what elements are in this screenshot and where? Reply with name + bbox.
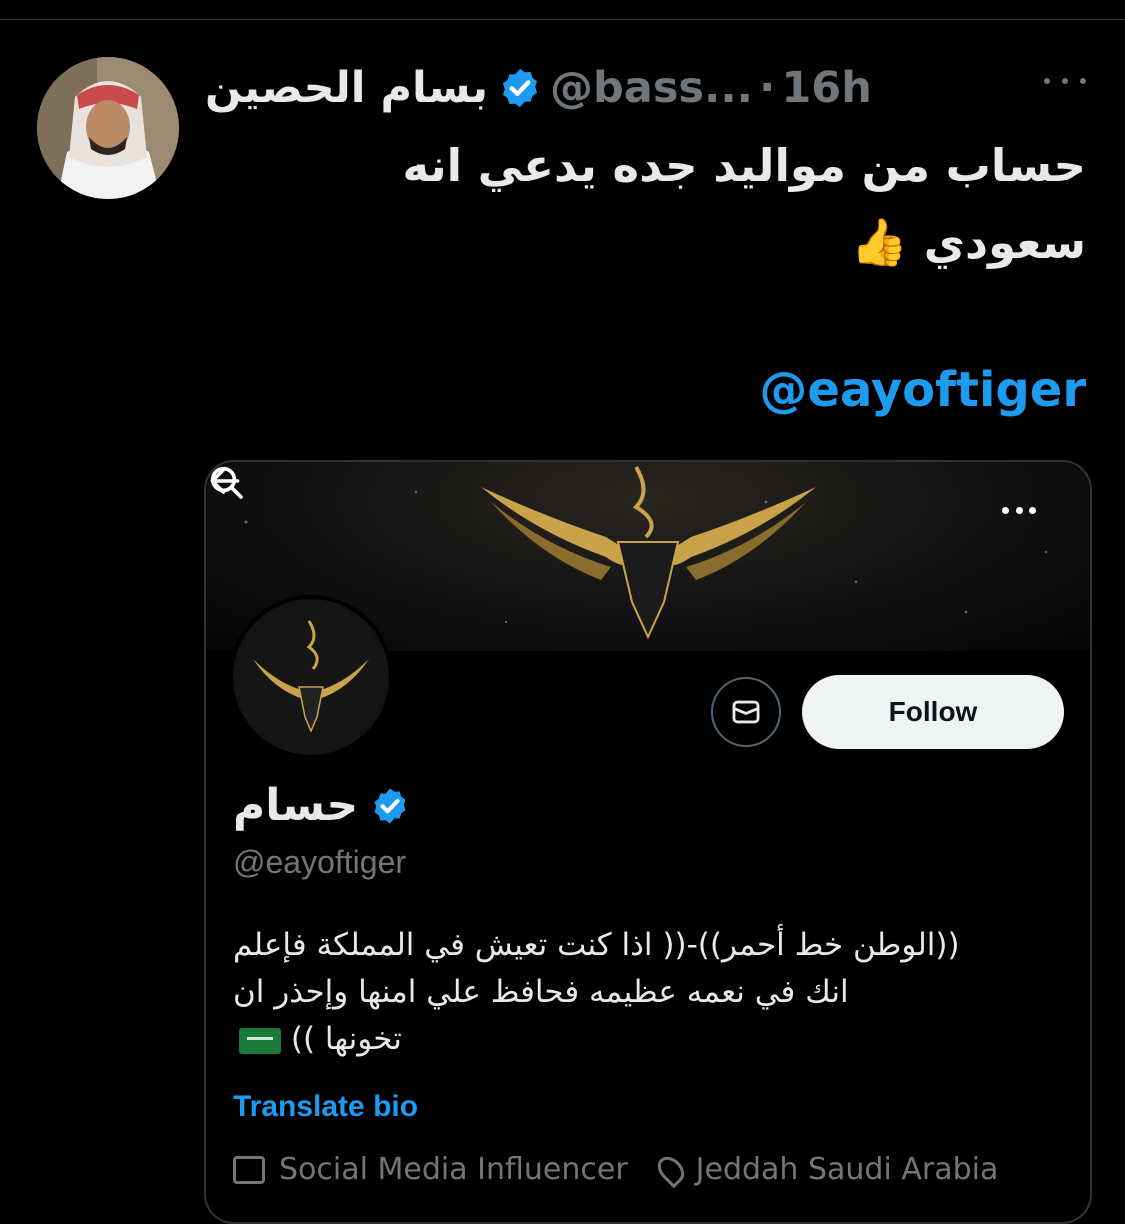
follow-button[interactable]: Follow <box>802 675 1064 749</box>
profile-avatar[interactable] <box>229 595 393 759</box>
author-display-name[interactable]: بسام الحصين <box>205 63 488 113</box>
profile-name: حسام <box>233 780 359 831</box>
eagle-avatar-icon <box>237 603 385 751</box>
tweet-header: بسام الحصين @bass... · 16h <box>205 56 872 120</box>
mention-link[interactable]: @eayoftiger <box>759 362 1086 418</box>
profile-handle: @eayoftiger <box>233 844 407 880</box>
search-icon[interactable] <box>206 462 246 502</box>
tweet-text-line1: حساب من مواليد جده يدعي انه <box>402 139 1086 192</box>
avatar-photo-icon <box>37 57 179 199</box>
translate-bio-link[interactable]: Translate bio <box>233 1090 418 1124</box>
tweet-time[interactable]: 16h <box>781 63 871 113</box>
separator-dot: · <box>759 63 776 113</box>
profile-name-row: حسام <box>233 780 410 831</box>
top-divider <box>0 0 1125 20</box>
author-avatar[interactable] <box>37 57 179 199</box>
verified-badge-icon <box>374 788 406 823</box>
profile-bio: ((الوطن خط أحمر))-(( اذا كنت تعيش في الم… <box>233 922 1073 1063</box>
thumbs-up-emoji: 👍 <box>850 215 909 269</box>
tweet-text-word: سعودي <box>923 216 1086 269</box>
envelope-icon <box>732 700 760 724</box>
tweet-text: حساب من مواليد جده يدعي انه سعودي 👍 <box>226 128 1086 281</box>
more-icon[interactable] <box>1044 66 1086 96</box>
message-button[interactable] <box>711 677 781 747</box>
banner-more-icon[interactable] <box>1002 507 1036 515</box>
bio-line-with-flag: تخونها )) <box>233 1016 1073 1063</box>
author-handle[interactable]: @bass... <box>550 63 753 113</box>
bio-line: تخونها )) <box>290 1021 402 1057</box>
saudi-flag-icon <box>239 1027 281 1054</box>
bio-line: انك في نعمه عظيمه فحافظ علي امنها وإحذر … <box>233 974 849 1010</box>
tweet-text-line2: سعودي 👍 <box>226 204 1086 281</box>
bio-line: ((الوطن خط أحمر))-(( اذا كنت تعيش في الم… <box>233 927 960 963</box>
verified-badge-icon <box>502 68 538 108</box>
embedded-profile-image[interactable]: Follow حسام @eayoftiger ((الوطن خط أحمر)… <box>204 460 1092 1224</box>
